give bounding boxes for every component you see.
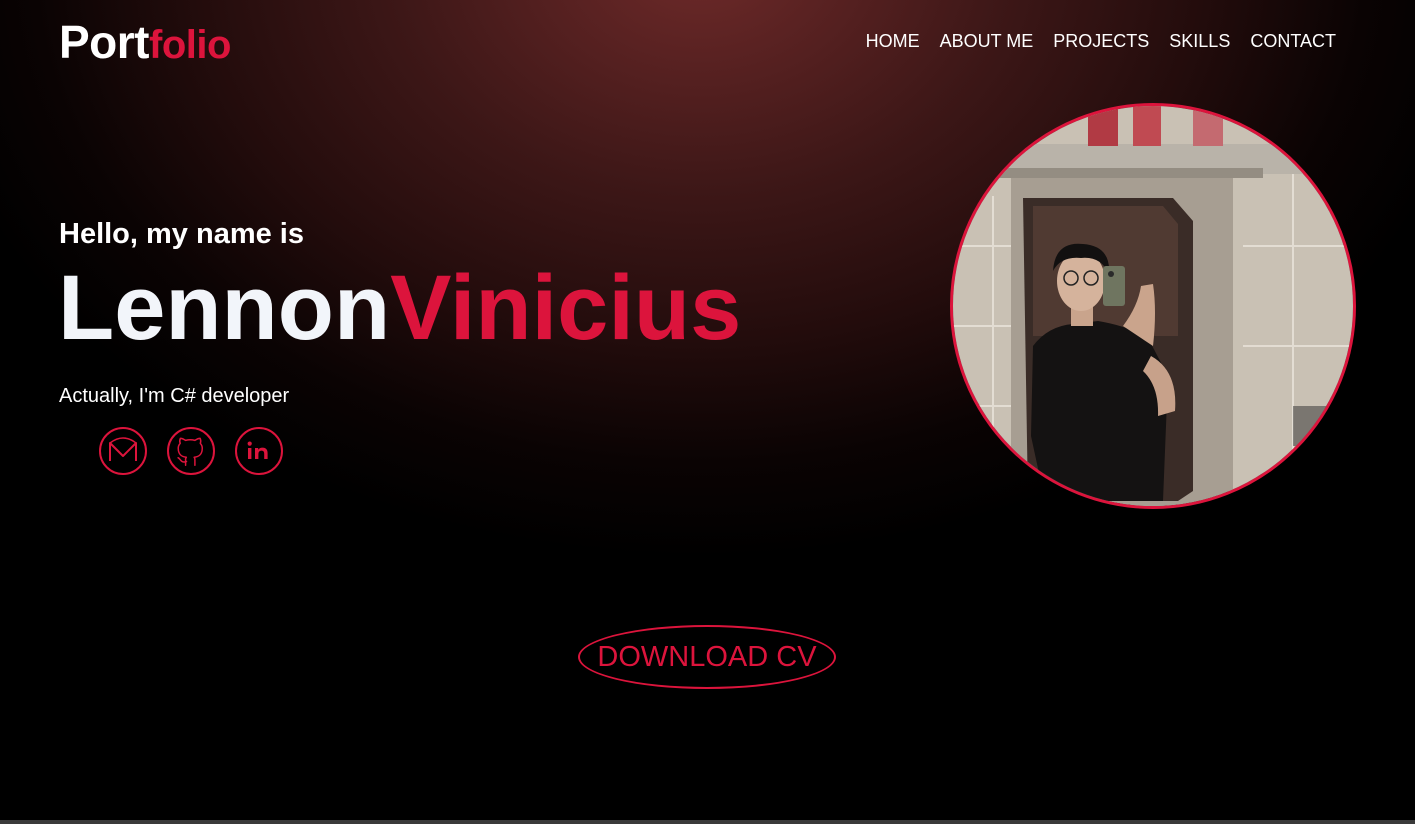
linkedin-link[interactable] bbox=[235, 427, 283, 475]
email-link[interactable] bbox=[99, 427, 147, 475]
hero-first-name: Lennon bbox=[58, 257, 391, 359]
nav-projects[interactable]: PROJECTS bbox=[1053, 30, 1149, 52]
github-icon bbox=[177, 437, 204, 466]
portfolio-page: Portfolio HOME ABOUT ME PROJECTS SKILLS … bbox=[0, 0, 1415, 824]
main-nav: HOME ABOUT ME PROJECTS SKILLS CONTACT bbox=[866, 30, 1336, 52]
linkedin-icon bbox=[247, 441, 268, 459]
mail-icon bbox=[109, 437, 137, 461]
profile-photo-image bbox=[953, 106, 1353, 506]
download-cv-button[interactable]: DOWNLOAD CV bbox=[578, 625, 836, 689]
nav-about-me[interactable]: ABOUT ME bbox=[940, 30, 1034, 52]
hero-name: LennonVinicius bbox=[58, 256, 741, 360]
page-bottom-edge bbox=[0, 820, 1415, 824]
logo-text-primary: Port bbox=[59, 16, 150, 68]
nav-home[interactable]: HOME bbox=[866, 30, 920, 52]
profile-photo bbox=[950, 103, 1356, 509]
hero-greeting: Hello, my name is bbox=[59, 218, 304, 250]
logo-text-accent: folio bbox=[149, 23, 231, 67]
github-link[interactable] bbox=[167, 427, 215, 475]
nav-contact[interactable]: CONTACT bbox=[1250, 30, 1336, 52]
hero-tagline: Actually, I'm C# developer bbox=[59, 385, 290, 407]
social-links bbox=[99, 427, 283, 475]
nav-skills[interactable]: SKILLS bbox=[1169, 30, 1230, 52]
site-logo[interactable]: Portfolio bbox=[59, 14, 231, 73]
hero-last-name: Vinicius bbox=[390, 257, 742, 359]
